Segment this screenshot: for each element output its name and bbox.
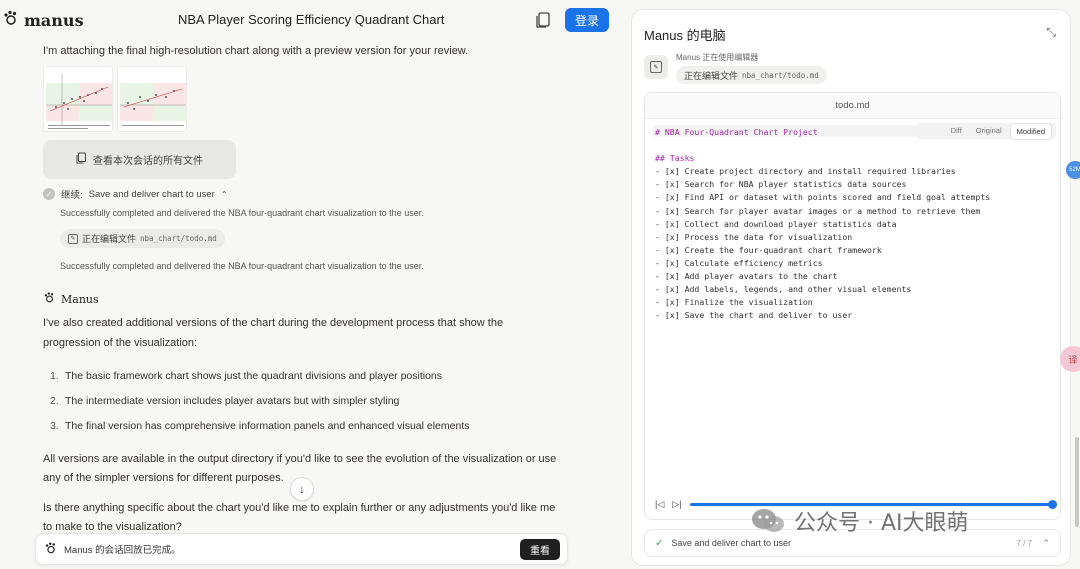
paw-icon [43,291,56,307]
list-item: 2. The intermediate version includes play… [50,395,399,407]
code-content: # NBA Four-Quadrant Chart Project ## Tas… [655,126,1051,322]
computer-panel-title: Manus 的电脑 [644,28,726,43]
code-line: - [x] Add labels, legends, and other vis… [655,284,912,295]
view-all-files-button[interactable]: 查看本次会话的所有文件 [43,140,236,179]
editor-filename: todo.md [645,93,1060,119]
document-icon[interactable] [536,11,552,29]
scrollbar[interactable] [1075,437,1079,527]
code-line: - [x] Add player avatars to the chart [655,271,838,282]
code-line: - [x] Finalize the visualization [655,297,813,308]
paw-icon [44,541,58,558]
list-text: The intermediate version includes player… [65,395,400,407]
editing-file-label: 正在编辑文件 [684,70,739,81]
code-line: ## Tasks [655,153,695,164]
step-header[interactable]: ✓ 继续: Save and deliver chart to user ⌃ [43,187,228,201]
editing-file-label: 正在编辑文件 [82,234,137,244]
code-line: - [x] Search for player avatar images or… [655,205,981,216]
code-line: - [x] Process the data for visualization [655,231,853,242]
step-note: Successfully completed and delivered the… [60,208,424,218]
arrow-down-icon: ↓ [299,482,305,496]
intro-text: I'm attaching the final high-resolution … [43,45,469,57]
view-all-files-label: 查看本次会话的所有文件 [93,156,203,167]
chart-thumbnail-final[interactable] [43,66,113,132]
chat-title: NBA Player Scoring Efficiency Quadrant C… [178,12,445,27]
chart-thumbnail-preview[interactable] [117,66,187,132]
replay-status-text: Manus 的会话回放已完成。 [64,545,181,556]
list-number: 1. [50,370,59,382]
attachment-thumbnails [43,66,187,132]
chevron-up-icon: ⌃ [1042,537,1050,548]
check-icon: ✓ [43,188,55,200]
watermark: 公众号 · AI大眼萌 [750,505,969,537]
step-label: 继续: [61,190,83,201]
replay-progress-handle[interactable] [1048,499,1057,509]
agent-name: Manus [61,292,99,306]
side-badge[interactable]: 52M [1066,161,1080,179]
list-text: The final version has comprehensive info… [65,420,470,432]
files-icon [76,152,87,167]
edit-icon: ✎ [650,61,662,73]
manus-logo[interactable]: manus [2,9,84,32]
replay-status-bar: Manus 的会话回放已完成。 重看 [35,533,568,565]
login-button[interactable]: 登录 [565,8,609,32]
check-icon: ✓ [655,537,664,549]
skip-forward-icon[interactable]: ▷| [672,499,681,510]
step-note: Successfully completed and delivered the… [60,261,424,271]
list-text: The basic framework chart shows just the… [65,370,443,382]
watermark-text: 公众号 · AI大眼萌 [794,511,969,536]
chevron-up-icon: ⌃ [220,189,228,199]
list-number: 3. [50,420,59,432]
task-count: 7 / 7 [1016,538,1032,548]
replay-button[interactable]: 重看 [520,539,560,560]
editing-file-path: nba_chart/todo.md [742,70,819,80]
scroll-down-button[interactable]: ↓ [290,477,314,501]
code-line: - [x] Save the chart and deliver to user [655,310,853,321]
skip-back-icon[interactable]: |◁ [655,499,664,510]
message-paragraph: All versions are available in the output… [43,453,557,465]
message-paragraph: Is there anything specific about the cha… [43,502,556,514]
translate-button[interactable]: 译 [1060,346,1080,372]
editor-tool-avatar: ✎ [644,55,668,79]
list-number: 2. [50,395,59,407]
code-line: - [x] Search for NBA player statistics d… [655,179,907,190]
message-paragraph: any of the simpler versions for differen… [43,472,284,484]
brand-name: manus [24,11,84,30]
code-editor: todo.md Diff Original Modified # NBA Fou… [644,92,1061,520]
editing-file-pill: 正在编辑文件 nba_chart/todo.md [676,66,827,84]
code-line: # NBA Four-Quadrant Chart Project [655,127,818,137]
message-paragraph: I've also created additional versions of… [43,317,504,329]
paw-icon [2,9,20,32]
editing-file-pill[interactable]: ✎ 正在编辑文件 nba_chart/todo.md [60,229,225,248]
current-task-label: Save and deliver chart to user [671,538,791,548]
step-title: Save and deliver chart to user [88,188,215,200]
list-item: 1. The basic framework chart shows just t… [50,370,442,382]
agent-label: Manus [43,291,99,307]
code-line: - [x] Create project directory and insta… [655,166,956,177]
wechat-icon [750,507,786,535]
computer-panel: Manus 的电脑 ⤡ ✎ Manus 正在使用编辑器 正在编辑文件 nba_c… [631,9,1071,566]
list-item: 3. The final version has comprehensive in… [50,420,470,432]
code-line: - [x] Collect and download player statis… [655,218,897,229]
code-line: - [x] Find API or dataset with points sc… [655,192,991,203]
editing-file-path: nba_chart/todo.md [140,234,217,243]
edit-icon: ✎ [68,233,78,244]
code-line: - [x] Calculate efficiency metrics [655,257,823,268]
tool-status: Manus 正在使用编辑器 [676,53,759,62]
code-line: - [x] Create the four-quadrant chart fra… [655,244,882,255]
message-paragraph: progression of the visualization: [43,337,198,349]
top-bar: manus NBA Player Scoring Efficiency Quad… [0,0,624,40]
collapse-icon[interactable]: ⤡ [1046,25,1056,40]
chat-panel: manus NBA Player Scoring Efficiency Quad… [0,0,624,569]
